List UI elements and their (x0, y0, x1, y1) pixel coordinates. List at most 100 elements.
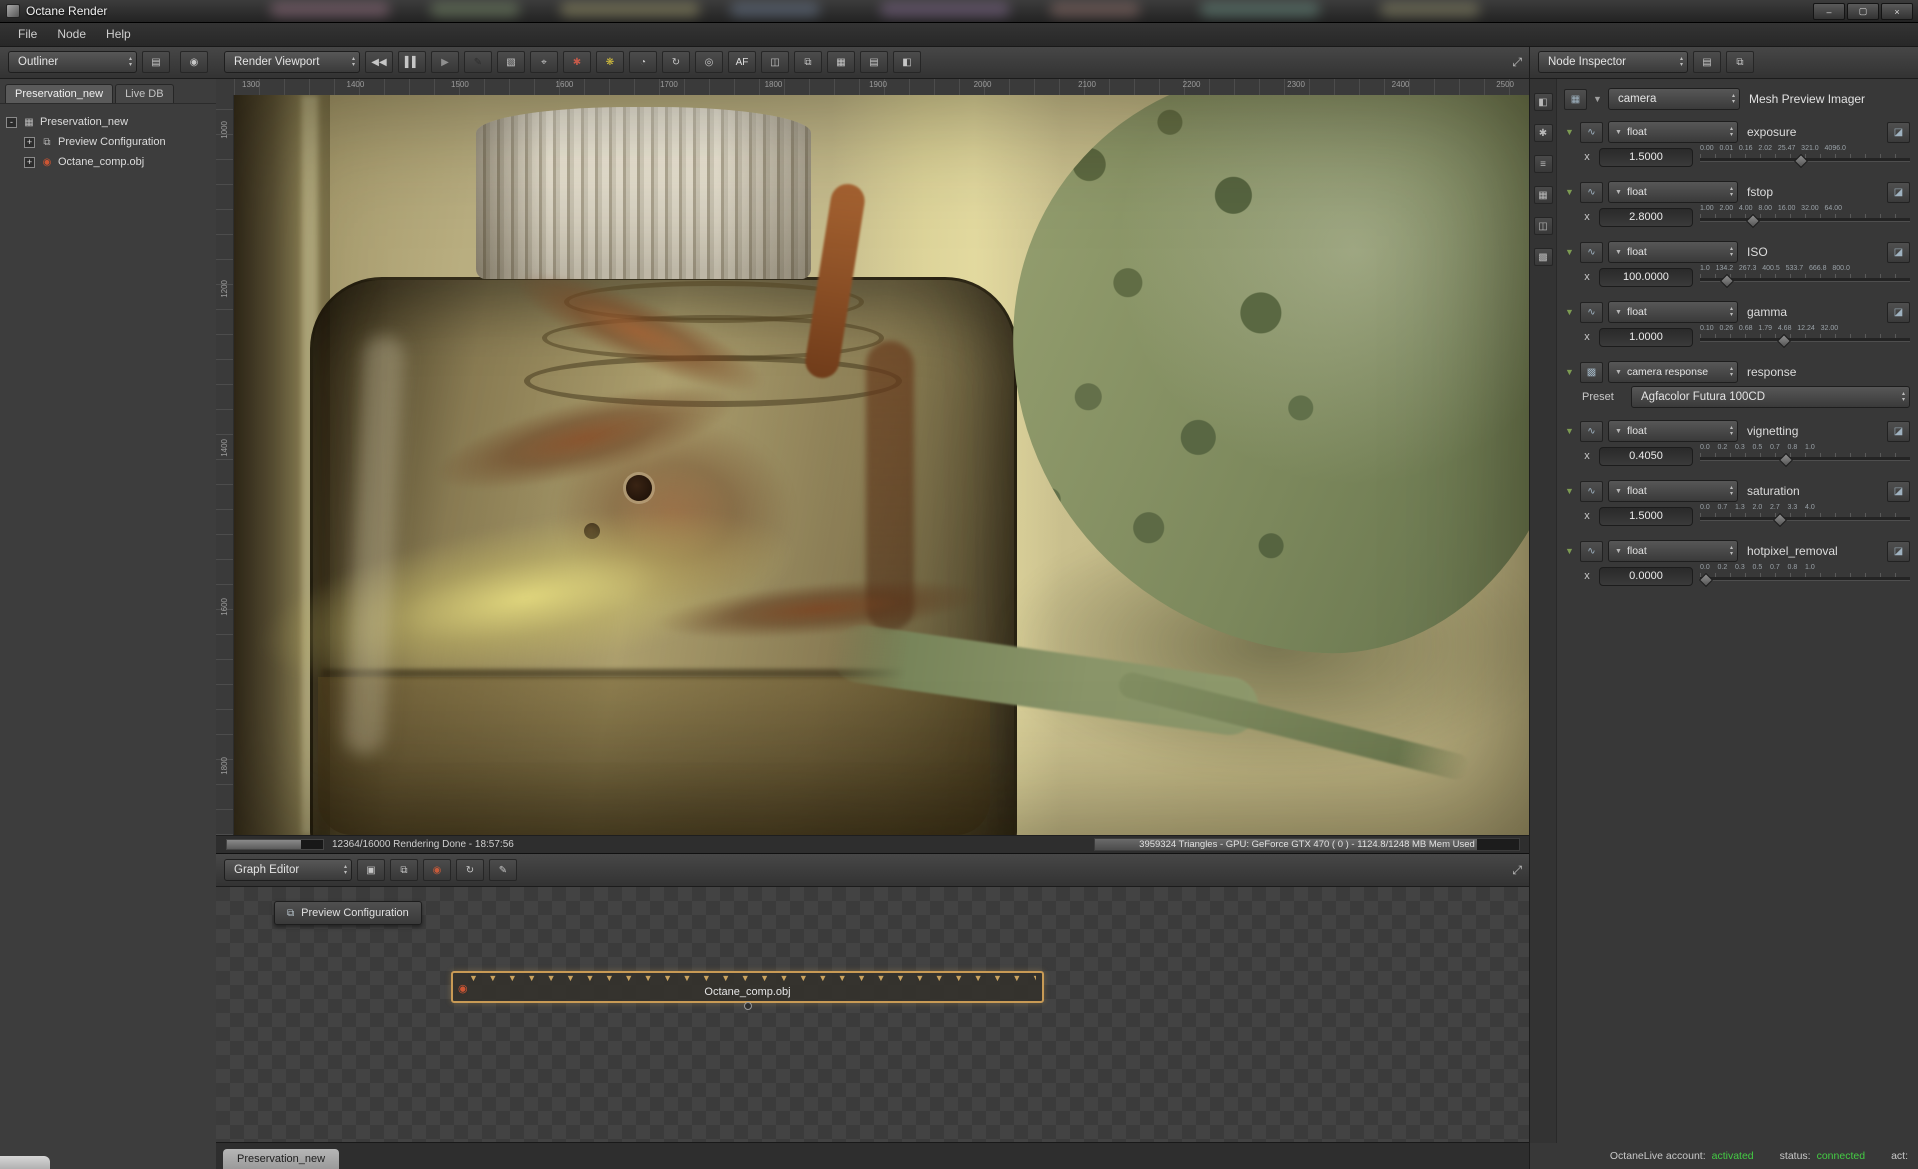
stepper-down-icon[interactable]: ▾ (1730, 491, 1733, 497)
ramp-icon[interactable]: ◪ (1887, 540, 1910, 562)
film-icon[interactable]: ▦ (1533, 186, 1553, 204)
stepper-down-icon[interactable]: ▾ (1730, 551, 1733, 557)
split-view-icon[interactable]: ◧ (893, 51, 921, 73)
region-tool-icon[interactable]: ▧ (497, 51, 525, 73)
daylight-icon[interactable]: ❋ (596, 51, 624, 73)
stepper[interactable]: ▴ ▾ (1902, 391, 1905, 403)
fullscreen-icon[interactable]: ⤢ (1512, 55, 1522, 70)
curve-icon[interactable]: ∿ (1580, 121, 1603, 143)
stepper[interactable]: ▴ ▾ (1730, 186, 1733, 198)
saturation-slider[interactable]: 0.0 0.7 1.3 2.0 2.7 3.3 4.0 (1700, 504, 1910, 528)
outliner-layout-icon[interactable]: ▤ (142, 51, 170, 73)
import-node-icon[interactable]: ⧉ (390, 859, 418, 881)
collapse-triangle-icon[interactable]: ▼ (1564, 307, 1575, 317)
value-input[interactable]: 2.8000 (1599, 207, 1693, 227)
materials-icon[interactable]: ✱ (1533, 124, 1553, 142)
collapse-triangle-icon[interactable]: ▼ (1564, 187, 1575, 197)
inspector-copy-icon[interactable]: ⧉ (1726, 51, 1754, 73)
stepper-down-icon[interactable]: ▾ (1730, 252, 1733, 258)
maximize-button[interactable]: ▢ (1847, 3, 1879, 20)
param-type-dropdown[interactable]: ▼ float ▴ ▾ (1608, 121, 1738, 143)
material-picker-icon[interactable]: ✱ (563, 51, 591, 73)
node-inspector-dropdown[interactable]: Node Inspector ▴ ▾ (1538, 51, 1688, 73)
graph-editor-dropdown[interactable]: Graph Editor ▴ ▾ (224, 859, 352, 881)
exposure-slider[interactable]: 0.00 0.01 0.16 2.02 25.47 321.0 4096.0 (1700, 145, 1910, 169)
collapse-triangle-icon[interactable]: ▼ (1564, 486, 1575, 496)
film-settings-icon[interactable]: ▦ (827, 51, 855, 73)
resume-render-icon[interactable]: ▶ (431, 51, 459, 73)
slider-groove[interactable] (1700, 218, 1910, 222)
tree-expand-toggle[interactable]: + (24, 156, 35, 168)
value-input[interactable]: 1.5000 (1599, 147, 1693, 167)
tree-row-preview-configuration[interactable]: + ⧉ Preview Configuration (24, 132, 210, 152)
info-icon[interactable]: ◔ (629, 51, 657, 73)
ramp-icon[interactable]: ◪ (1887, 420, 1910, 442)
stepper[interactable]: ▴ ▾ (352, 56, 355, 68)
curve-icon[interactable]: ∿ (1580, 301, 1603, 323)
new-graph-icon[interactable]: ▣ (357, 859, 385, 881)
stepper-down-icon[interactable]: ▾ (1730, 431, 1733, 437)
tree-row-octane-comp-obj[interactable]: + ◉ Octane_comp.obj (24, 152, 210, 172)
stepper[interactable]: ▴ ▾ (1732, 93, 1735, 105)
menu-node[interactable]: Node (47, 24, 96, 44)
stepper[interactable]: ▴ ▾ (1680, 56, 1683, 68)
param-type-dropdown[interactable]: ▼ float ▴ ▾ (1608, 301, 1738, 323)
collapse-triangle-icon[interactable]: ▼ (1592, 94, 1603, 104)
slider-groove[interactable] (1700, 517, 1910, 521)
collapse-triangle-icon[interactable]: ▼ (1564, 247, 1575, 257)
stepper-down-icon[interactable]: ▾ (344, 870, 347, 876)
ramp-icon[interactable]: ◪ (1887, 241, 1910, 263)
curve-icon[interactable]: ∿ (1580, 420, 1603, 442)
curve-icon[interactable]: ∿ (1580, 181, 1603, 203)
response-icon[interactable]: ▩ (1580, 361, 1603, 383)
slider-groove[interactable] (1700, 338, 1910, 342)
stepper[interactable]: ▴ ▾ (1730, 126, 1733, 138)
outliner-record-icon[interactable]: ◉ (180, 51, 208, 73)
stepper-down-icon[interactable]: ▾ (129, 62, 132, 68)
minimize-button[interactable]: – (1813, 3, 1845, 20)
preset-dropdown[interactable]: Agfacolor Futura 100CD ▴ ▾ (1631, 386, 1910, 408)
vignetting-slider[interactable]: 0.0 0.2 0.3 0.5 0.7 0.8 1.0 (1700, 444, 1910, 468)
stepper-down-icon[interactable]: ▾ (1902, 397, 1905, 403)
collapse-triangle-icon[interactable]: ▼ (1564, 127, 1575, 137)
menu-file[interactable]: File (8, 24, 47, 44)
mixer-icon[interactable]: ≡ (1533, 155, 1553, 173)
menu-help[interactable]: Help (96, 24, 141, 44)
stepper-down-icon[interactable]: ▾ (1732, 99, 1735, 105)
stepper[interactable]: ▴ ▾ (344, 864, 347, 876)
fstop-slider[interactable]: 1.00 2.00 4.00 8.00 16.00 32.00 64.00 (1700, 205, 1910, 229)
param-type-dropdown[interactable]: ▼ float ▴ ▾ (1608, 480, 1738, 502)
value-input[interactable]: 0.0000 (1599, 566, 1693, 586)
grid-settings-icon[interactable]: ▤ (860, 51, 888, 73)
value-input[interactable]: 1.0000 (1599, 327, 1693, 347)
stepper[interactable]: ▴ ▾ (1730, 246, 1733, 258)
ramp-icon[interactable]: ◪ (1887, 301, 1910, 323)
param-type-dropdown[interactable]: ▼ float ▴ ▾ (1608, 540, 1738, 562)
stepper-down-icon[interactable]: ▾ (1730, 312, 1733, 318)
preview-mode-icon[interactable]: ◧ (1533, 93, 1553, 111)
node-graph-canvas[interactable]: ⧉ Preview Configuration ◉ ▼▼▼▼▼▼▼▼▼▼▼▼▼▼… (216, 887, 1530, 1142)
save-image-icon[interactable]: ◫ (761, 51, 789, 73)
stepper[interactable]: ▴ ▾ (1730, 366, 1733, 378)
node-output-pin[interactable] (743, 1002, 752, 1010)
stepper-down-icon[interactable]: ▾ (352, 62, 355, 68)
param-type-dropdown[interactable]: ▼ camera response ▴ ▾ (1608, 361, 1738, 383)
stepper-down-icon[interactable]: ▾ (1730, 372, 1733, 378)
param-type-dropdown[interactable]: ▼ float ▴ ▾ (1608, 420, 1738, 442)
param-type-dropdown[interactable]: ▼ float ▴ ▾ (1608, 181, 1738, 203)
viewport-dropdown[interactable]: Render Viewport ▴ ▾ (224, 51, 360, 73)
stepper-down-icon[interactable]: ▾ (1730, 192, 1733, 198)
autofocus-toggle[interactable]: AF (728, 51, 756, 73)
curve-icon[interactable]: ∿ (1580, 540, 1603, 562)
ramp-icon[interactable]: ◪ (1887, 181, 1910, 203)
param-type-dropdown[interactable]: ▼ float ▴ ▾ (1608, 241, 1738, 263)
refresh-icon[interactable]: ↻ (662, 51, 690, 73)
render-view[interactable] (234, 95, 1530, 835)
focus-picker-icon[interactable]: ⌖ (530, 51, 558, 73)
slider-groove[interactable] (1700, 457, 1910, 461)
tree-collapse-toggle[interactable]: - (6, 116, 17, 128)
tree-expand-toggle[interactable]: + (24, 136, 35, 148)
ramp-icon[interactable]: ◪ (1887, 480, 1910, 502)
pen-tool-icon[interactable]: ✎ (464, 51, 492, 73)
gamma-slider[interactable]: 0.10 0.26 0.68 1.79 4.68 12.24 32.00 (1700, 325, 1910, 349)
